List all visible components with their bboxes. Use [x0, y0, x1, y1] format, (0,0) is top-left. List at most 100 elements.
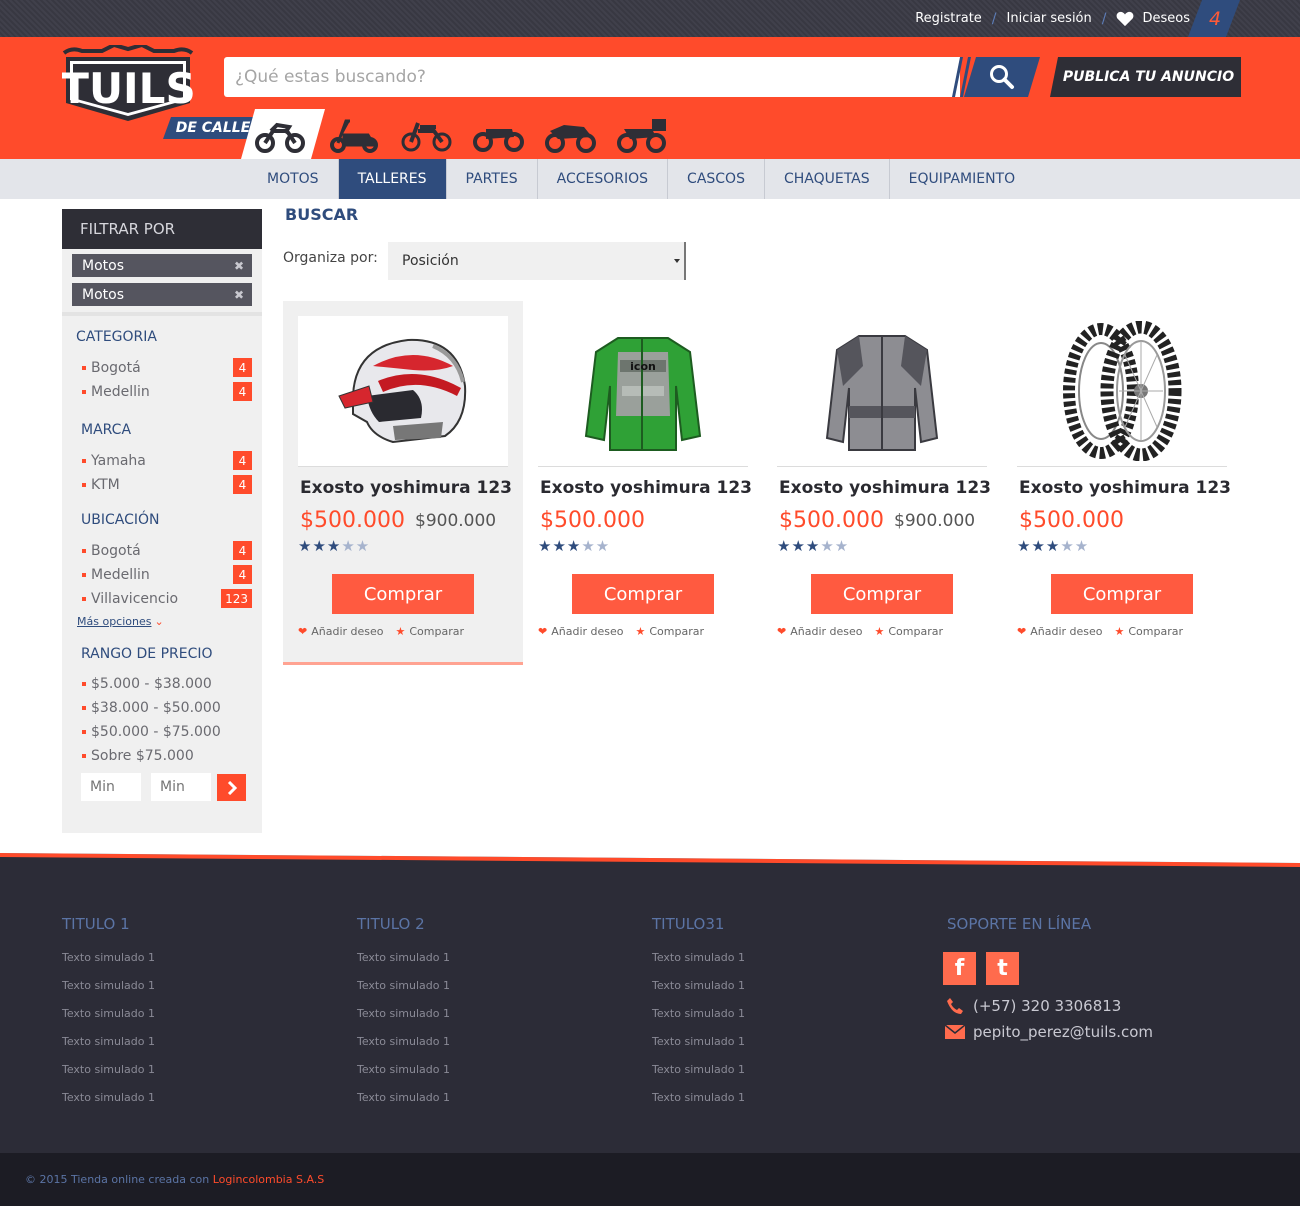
sportbike-icon[interactable] [544, 117, 596, 153]
login-link[interactable]: Iniciar sesión [1007, 11, 1092, 26]
product-name[interactable]: Exosto yoshimura 123 [540, 478, 752, 498]
email-address[interactable]: pepito_perez@tuils.com [973, 1023, 1153, 1041]
active-filter-chip[interactable]: Motos ✖ [72, 283, 252, 306]
wishlist-count-badge[interactable]: 4 [1188, 0, 1240, 37]
email-contact: pepito_perez@tuils.com [945, 1023, 1153, 1041]
touring-icon[interactable] [616, 117, 668, 153]
price-range-option[interactable]: $5.000 - $38.000 [82, 674, 252, 694]
nav-item-cascos[interactable]: CASCOS [668, 159, 765, 199]
footer-link[interactable]: Texto simulado 1 [62, 1063, 155, 1091]
chip-label: Motos [82, 286, 124, 303]
product-image[interactable]: icon [538, 316, 748, 466]
footer-link[interactable]: Texto simulado 1 [652, 979, 745, 1007]
close-icon[interactable]: ✖ [234, 259, 244, 273]
footer-link[interactable]: Texto simulado 1 [652, 951, 745, 979]
footer-link[interactable]: Texto simulado 1 [652, 1035, 745, 1063]
add-wishlist-link[interactable]: ❤ Añadir deseo [298, 625, 384, 638]
nav-item-chaquetas[interactable]: CHAQUETAS [765, 159, 890, 199]
footer-link[interactable]: Texto simulado 1 [357, 951, 450, 979]
nav-item-talleres[interactable]: TALLERES [338, 159, 447, 199]
footer-link[interactable]: Texto simulado 1 [357, 1035, 450, 1063]
tuils-logo[interactable]: TUILS [60, 42, 197, 129]
price-range-option[interactable]: $50.000 - $75.000 [82, 722, 252, 742]
filter-option[interactable]: Medellin 4 [82, 565, 252, 585]
chevron-right-icon [227, 780, 237, 795]
price-min-field[interactable] [81, 773, 141, 801]
product-card[interactable]: Exosto yoshimura 123 $500.000 $900.000 ★… [283, 301, 523, 665]
more-options-link[interactable]: Más opciones ⌄ [77, 615, 164, 628]
compare-link[interactable]: ★ Comparar [1115, 625, 1184, 638]
product-image[interactable] [298, 316, 508, 466]
price-range-option[interactable]: Sobre $75.000 [82, 746, 252, 766]
footer-link[interactable]: Texto simulado 1 [357, 1007, 450, 1035]
product-name[interactable]: Exosto yoshimura 123 [300, 478, 512, 498]
nav-item-accesorios[interactable]: ACCESORIOS [538, 159, 669, 199]
twitter-icon[interactable]: t [986, 952, 1019, 985]
more-options-label: Más opciones [77, 615, 152, 628]
footer-link[interactable]: Texto simulado 1 [62, 979, 155, 1007]
product-card[interactable]: Exosto yoshimura 123 $500.000 $900.000 ★… [762, 301, 1002, 665]
footer-link[interactable]: Texto simulado 1 [62, 1007, 155, 1035]
filter-option[interactable]: Yamaha 4 [82, 451, 252, 471]
footer-link[interactable]: Texto simulado 1 [62, 1091, 155, 1119]
footer-link[interactable]: Texto simulado 1 [62, 951, 155, 979]
footer-column-3: TITULO31 Texto simulado 1 Texto simulado… [652, 915, 745, 1119]
product-name[interactable]: Exosto yoshimura 123 [779, 478, 991, 498]
compare-link[interactable]: ★ Comparar [875, 625, 944, 638]
facebook-icon[interactable]: f [943, 952, 976, 985]
product-image[interactable] [1017, 316, 1227, 466]
price-range-label: $38.000 - $50.000 [91, 700, 221, 716]
footer-link[interactable]: Texto simulado 1 [357, 979, 450, 1007]
nav-item-partes[interactable]: PARTES [447, 159, 538, 199]
search-button[interactable] [964, 57, 1040, 97]
chevron-down-icon: ⌄ [154, 615, 164, 628]
search-input[interactable] [224, 57, 960, 97]
product-name[interactable]: Exosto yoshimura 123 [1019, 478, 1231, 498]
buy-button[interactable]: Comprar [572, 574, 714, 614]
footer-link[interactable]: Texto simulado 1 [357, 1091, 450, 1119]
filter-option[interactable]: Bogotá 4 [82, 358, 252, 378]
nav-item-equipamiento[interactable]: EQUIPAMIENTO [890, 159, 1034, 199]
register-link[interactable]: Registrate [915, 11, 982, 26]
footer-link[interactable]: Texto simulado 1 [652, 1091, 745, 1119]
close-icon[interactable]: ✖ [234, 288, 244, 302]
footer-support: SOPORTE EN LÍNEA [947, 915, 1091, 951]
buy-button[interactable]: Comprar [332, 574, 474, 614]
product-image[interactable] [777, 316, 987, 466]
footer-link[interactable]: Texto simulado 1 [62, 1035, 155, 1063]
filter-sidebar: FILTRAR POR Motos ✖ Motos ✖ CATEGORIA Bo… [62, 209, 262, 833]
divider [298, 466, 508, 467]
scooter-icon[interactable] [328, 117, 380, 153]
publish-ad-button[interactable]: PUBLICA TU ANUNCIO [1050, 57, 1241, 97]
compare-link[interactable]: ★ Comparar [636, 625, 705, 638]
add-wishlist-link[interactable]: ❤ Añadir deseo [1017, 625, 1103, 638]
apply-price-button[interactable] [217, 774, 246, 801]
dirtbike-icon[interactable] [400, 117, 452, 153]
brand-link[interactable]: Logincolombia S.A.S [213, 1173, 325, 1186]
star-icon: ★ [635, 625, 646, 638]
filter-option[interactable]: Bogotá 4 [82, 541, 252, 561]
filter-option[interactable]: Medellin 4 [82, 382, 252, 402]
footer-link[interactable]: Texto simulado 1 [652, 1007, 745, 1035]
filter-option[interactable]: KTM 4 [82, 475, 252, 495]
footer-link[interactable]: Texto simulado 1 [357, 1063, 450, 1091]
add-wishlist-link[interactable]: ❤ Añadir deseo [777, 625, 863, 638]
wishlist-link[interactable]: Deseos [1116, 11, 1190, 27]
social-links: f t [943, 952, 1019, 985]
buy-button[interactable]: Comprar [1051, 574, 1193, 614]
nav-item-motos[interactable]: MOTOS [248, 159, 339, 199]
price-range-option[interactable]: $38.000 - $50.000 [82, 698, 252, 718]
product-card[interactable]: Exosto yoshimura 123 $500.000 ★★★★★ Comp… [1002, 301, 1242, 665]
product-card[interactable]: icon Exosto yoshimura 123 $500.000 ★★★★★… [523, 301, 763, 665]
compare-link[interactable]: ★ Comparar [396, 625, 465, 638]
cruiser-icon[interactable] [472, 117, 524, 153]
motorcycle-street-icon[interactable] [253, 117, 305, 153]
buy-button[interactable]: Comprar [811, 574, 953, 614]
filter-option[interactable]: Villavicencio 123 [82, 589, 252, 609]
sort-select[interactable]: Posición [388, 242, 686, 280]
active-filter-chip[interactable]: Motos ✖ [72, 254, 252, 277]
add-wishlist-link[interactable]: ❤ Añadir deseo [538, 625, 624, 638]
price-max-field[interactable] [151, 773, 211, 801]
phone-number[interactable]: (+57) 320 3306813 [973, 997, 1121, 1015]
footer-link[interactable]: Texto simulado 1 [652, 1063, 745, 1091]
